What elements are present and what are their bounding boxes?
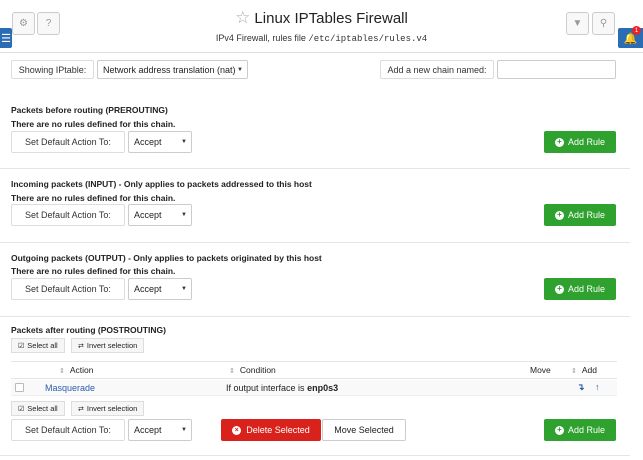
plus-icon: + (554, 284, 564, 294)
page-title: ☆ Linux IPTables Firewall (235, 8, 408, 27)
sort-icon: ⇕ (571, 368, 577, 375)
column-condition[interactable]: ⇕ Condition (229, 365, 276, 375)
select-all-button[interactable]: ☑ Select all (11, 338, 65, 353)
chain-title-output: Outgoing packets (OUTPUT) - Only applies… (11, 253, 322, 263)
plus-icon: + (554, 210, 564, 220)
divider (0, 316, 630, 317)
select-all-button[interactable]: ☑ Select all (11, 401, 65, 416)
add-above-icon[interactable]: ↑ (595, 382, 600, 392)
default-action-select-output[interactable]: Accept ▼ (128, 278, 192, 300)
set-default-label: Set Default Action To: (11, 278, 125, 300)
rules-file-path: /etc/iptables/rules.v4 (308, 34, 428, 44)
divider (0, 455, 630, 456)
bell-icon[interactable]: 🔔 1 (618, 26, 643, 48)
rules-table-header: ⇕ Action ⇕ Condition Move ⇕ Add (11, 361, 617, 379)
close-icon: × (232, 425, 242, 435)
chevron-down-icon: ▼ (181, 286, 187, 292)
chevron-down-icon: ▼ (237, 66, 243, 73)
rule-condition: If output interface is enp0s3 (226, 383, 339, 393)
set-default-label: Set Default Action To: (11, 419, 125, 441)
chain-title-input: Incoming packets (INPUT) - Only applies … (11, 179, 312, 189)
column-action[interactable]: ⇕ Action (59, 365, 94, 375)
row-checkbox[interactable] (15, 383, 24, 392)
invert-selection-button[interactable]: ⇄ Invert selection (71, 338, 145, 353)
add-rule-button-output[interactable]: + Add Rule (544, 278, 616, 300)
default-action-select-prerouting[interactable]: Accept ▼ (128, 131, 192, 153)
add-rule-button-input[interactable]: + Add Rule (544, 204, 616, 226)
chain-title-postrouting: Packets after routing (POSTROUTING) (11, 325, 166, 335)
add-rule-button-postrouting[interactable]: + Add Rule (544, 419, 616, 441)
no-rules-text: There are no rules defined for this chai… (11, 193, 176, 203)
sort-icon: ⇕ (229, 368, 235, 375)
delete-selected-button[interactable]: × Delete Selected (221, 419, 321, 441)
chevron-down-icon: ▼ (181, 139, 187, 145)
new-chain-label: Add a new chain named: (380, 60, 494, 79)
table-row: Masquerade If output interface is enp0s3… (11, 380, 617, 396)
showing-label: Showing IPtable: (11, 60, 94, 79)
sort-icon: ⇕ (59, 368, 65, 375)
star-icon[interactable]: ☆ (235, 8, 250, 27)
plus-icon: + (554, 425, 564, 435)
invert-icon: ⇄ (78, 405, 84, 413)
page-subtitle: IPv4 Firewall, rules file /etc/iptables/… (215, 33, 428, 44)
set-default-label: Set Default Action To: (11, 131, 125, 153)
no-rules-text: There are no rules defined for this chai… (11, 119, 176, 129)
move-down-icon[interactable]: ↴ (577, 382, 585, 393)
chevron-down-icon: ▼ (181, 427, 187, 433)
divider (0, 242, 630, 243)
rule-action-link[interactable]: Masquerade (45, 383, 95, 393)
chain-title-prerouting: Packets before routing (PREROUTING) (11, 105, 168, 115)
check-square-icon: ☑ (18, 405, 25, 413)
new-chain-input[interactable] (497, 60, 616, 79)
default-action-select-postrouting[interactable]: Accept ▼ (128, 419, 192, 441)
check-square-icon: ☑ (18, 342, 25, 350)
add-rule-button-prerouting[interactable]: + Add Rule (544, 131, 616, 153)
column-add[interactable]: ⇕ Add (571, 365, 597, 375)
set-default-label: Set Default Action To: (11, 204, 125, 226)
default-action-select-input[interactable]: Accept ▼ (128, 204, 192, 226)
menu-icon[interactable]: ☰ (0, 28, 12, 48)
no-rules-text: There are no rules defined for this chai… (11, 266, 176, 276)
invert-icon: ⇄ (78, 342, 84, 350)
search-icon[interactable]: ⚲ (592, 12, 615, 35)
move-selected-button[interactable]: Move Selected (322, 419, 406, 441)
chevron-down-icon: ▼ (181, 212, 187, 218)
invert-selection-button[interactable]: ⇄ Invert selection (71, 401, 145, 416)
column-move[interactable]: Move (530, 365, 551, 375)
filter-icon[interactable]: ▼ (566, 12, 589, 35)
plus-icon: + (554, 137, 564, 147)
notification-badge: 1 (632, 26, 641, 35)
page-header: ⚙ ? ☆ Linux IPTables Firewall IPv4 Firewa… (0, 0, 643, 53)
iptable-select[interactable]: Network address translation (nat) ▼ (97, 60, 248, 79)
divider (0, 168, 630, 169)
